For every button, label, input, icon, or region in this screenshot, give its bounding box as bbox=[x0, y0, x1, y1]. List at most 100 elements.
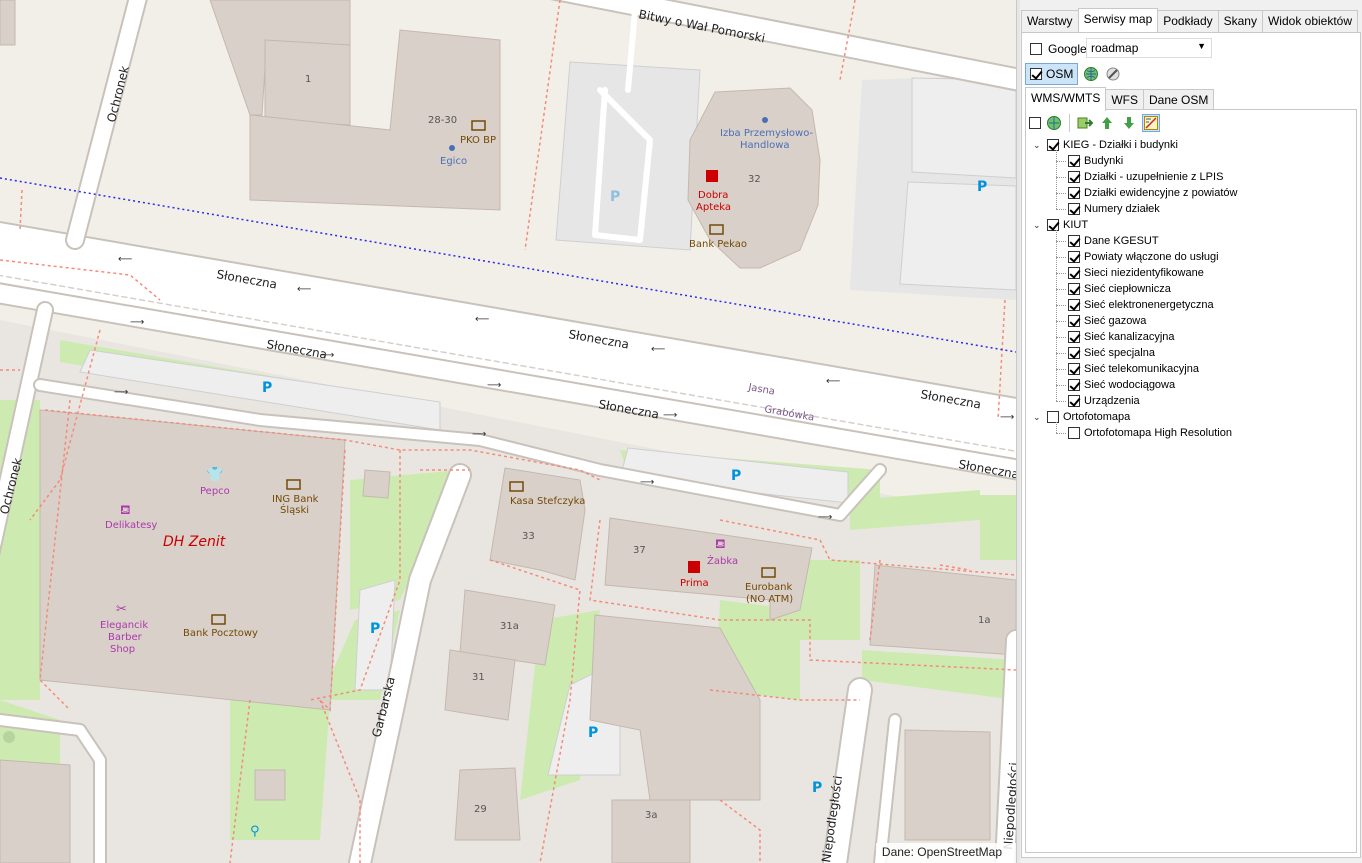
layer-label: Sieć kanalizacyjna bbox=[1084, 331, 1175, 343]
tree-connector bbox=[1056, 209, 1066, 210]
tree-connector bbox=[1056, 230, 1057, 401]
layer-checkbox[interactable] bbox=[1068, 203, 1080, 215]
eraser-icon[interactable] bbox=[1104, 65, 1122, 83]
layer-checkbox[interactable] bbox=[1068, 283, 1080, 295]
map-view[interactable]: ⟵ ⟵ ⟵ ⟵ ⟵ ⟶ ⟶ ⟶ ⟶ ⟶ ⟶ ⟶ ⟶ ⟶ Bitwy o Wał … bbox=[0, 0, 1016, 863]
layer-label: KIUT bbox=[1063, 219, 1089, 231]
globe-refresh-icon[interactable] bbox=[1082, 65, 1100, 83]
tab-warstwy[interactable]: Warstwy bbox=[1021, 10, 1079, 32]
layer-tree-item[interactable]: Sieć elektronenergetyczna bbox=[1068, 297, 1214, 313]
layer-tree-item[interactable]: Budynki bbox=[1068, 153, 1123, 169]
layer-checkbox[interactable] bbox=[1068, 235, 1080, 247]
layer-tree-item[interactable]: Powiaty włączone do usługi bbox=[1068, 249, 1219, 265]
layer-tree-item[interactable]: Sieć ciepłownicza bbox=[1068, 281, 1171, 297]
layer-checkbox[interactable] bbox=[1068, 251, 1080, 263]
expand-chevron-icon[interactable]: ⌄ bbox=[1033, 412, 1043, 423]
import-icon[interactable] bbox=[1076, 114, 1094, 132]
tab-podklady[interactable]: Podkłady bbox=[1157, 10, 1219, 32]
layer-label: Działki ewidencyjne z powiatów bbox=[1084, 187, 1238, 199]
poi-label-barber: Barber bbox=[108, 632, 143, 643]
layer-checkbox[interactable] bbox=[1047, 219, 1059, 231]
house-number: 37 bbox=[633, 545, 646, 556]
expand-chevron-icon[interactable]: ⌄ bbox=[1033, 140, 1043, 151]
add-service-icon[interactable] bbox=[1045, 114, 1063, 132]
tab-wms-wmts[interactable]: WMS/WMTS bbox=[1025, 87, 1107, 111]
tree-connector bbox=[1056, 422, 1057, 433]
poi-label-pko: PKO BP bbox=[460, 135, 496, 146]
layer-tree-item[interactable]: Sieć kanalizacyjna bbox=[1068, 329, 1175, 345]
street-label-sloneczna-1: Słoneczna bbox=[215, 267, 278, 291]
layer-checkbox[interactable] bbox=[1068, 171, 1080, 183]
google-map-type-select[interactable]: roadmap ▼ bbox=[1086, 38, 1212, 58]
expand-chevron-icon[interactable]: ⌄ bbox=[1033, 220, 1043, 231]
layer-tree-item[interactable]: Działki ewidencyjne z powiatów bbox=[1068, 185, 1237, 201]
layer-tree-item[interactable]: Działki - uzupełnienie z LPIS bbox=[1068, 169, 1223, 185]
layer-toolbar bbox=[1029, 114, 1160, 132]
street-label-garbarska: Garbarska bbox=[369, 675, 398, 738]
layer-checkbox[interactable] bbox=[1068, 155, 1080, 167]
street-label-ochronek-top: Ochronek bbox=[104, 64, 132, 123]
move-up-icon[interactable] bbox=[1098, 114, 1116, 132]
layer-label: Ortofotomapa High Resolution bbox=[1084, 427, 1232, 439]
layer-checkbox[interactable] bbox=[1068, 315, 1080, 327]
layer-label: Powiaty włączone do usługi bbox=[1084, 251, 1219, 263]
layer-checkbox[interactable] bbox=[1047, 139, 1059, 151]
layer-properties-icon[interactable] bbox=[1142, 114, 1160, 132]
bank-icon bbox=[509, 481, 524, 492]
restroom-icon: ⚲ bbox=[250, 824, 260, 839]
tree-connector bbox=[1056, 321, 1066, 322]
layer-tree-item[interactable]: Sieć telekomunikacyjna bbox=[1068, 361, 1199, 377]
layer-label: Budynki bbox=[1084, 155, 1124, 167]
layer-checkbox[interactable] bbox=[1068, 363, 1080, 375]
parking-icon: P bbox=[977, 179, 987, 195]
tab-skany[interactable]: Skany bbox=[1217, 10, 1263, 32]
clothes-shop-icon: 👕 bbox=[206, 467, 223, 483]
layer-label: Sieć wodociągowa bbox=[1084, 379, 1176, 391]
poi-label-ing-2: Śląski bbox=[280, 503, 309, 516]
layer-tree-item[interactable]: ⌄ Ortofotomapa bbox=[1033, 409, 1130, 425]
layer-checkbox[interactable] bbox=[1047, 411, 1059, 423]
layer-tree-item[interactable]: Urządzenia bbox=[1068, 393, 1140, 409]
tab-widok-obiektow[interactable]: Widok obiektów bbox=[1261, 10, 1359, 32]
move-down-icon[interactable] bbox=[1120, 114, 1138, 132]
tab-serwisy-map[interactable]: Serwisy map bbox=[1077, 8, 1159, 32]
layer-tree-item[interactable]: Sieci niezidentyfikowane bbox=[1068, 265, 1204, 281]
poi-label-kasa: Kasa Stefczyka bbox=[510, 496, 585, 507]
layer-checkbox[interactable] bbox=[1068, 395, 1080, 407]
street-label-sloneczna-6: Słoneczna bbox=[957, 457, 1016, 481]
layer-tree-item[interactable]: Sieć wodociągowa bbox=[1068, 377, 1175, 393]
poi-label-eurobank: Eurobank bbox=[745, 582, 792, 593]
tree-connector bbox=[1056, 305, 1066, 306]
select-all-checkbox[interactable] bbox=[1029, 117, 1041, 129]
tab-wfs[interactable]: WFS bbox=[1105, 89, 1144, 111]
house-number: 33 bbox=[522, 531, 535, 542]
tab-dane-osm[interactable]: Dane OSM bbox=[1143, 89, 1215, 111]
side-panel: Warstwy Serwisy map Podkłady Skany Widok… bbox=[1020, 0, 1362, 863]
layer-tree-item[interactable]: Ortofotomapa High Resolution bbox=[1068, 425, 1232, 441]
layer-tree-item[interactable]: ⌄ KIEG - Działki i budynki bbox=[1033, 137, 1178, 153]
layer-checkbox[interactable] bbox=[1068, 187, 1080, 199]
house-number: 31 bbox=[472, 672, 485, 683]
house-number: 29 bbox=[474, 804, 487, 815]
layer-checkbox[interactable] bbox=[1068, 379, 1080, 391]
poi-label-pekao: Bank Pekao bbox=[689, 239, 747, 250]
poi-label-izba-2: Handlowa bbox=[740, 140, 790, 151]
map-labels: Bitwy o Wał Pomorski Ochronek Ochronek S… bbox=[0, 7, 1016, 863]
layer-tree-item[interactable]: Sieć specjalna bbox=[1068, 345, 1155, 361]
osm-checkbox[interactable] bbox=[1030, 68, 1042, 80]
layer-checkbox[interactable] bbox=[1068, 347, 1080, 359]
osm-toggle[interactable]: OSM bbox=[1025, 63, 1079, 85]
parking-icon: P bbox=[588, 725, 598, 741]
layer-checkbox[interactable] bbox=[1068, 267, 1080, 279]
layer-tree-item[interactable]: ⌄ KIUT bbox=[1033, 217, 1088, 233]
layer-tree-item[interactable]: Dane KGESUT bbox=[1068, 233, 1159, 249]
layer-tree-item[interactable]: Sieć gazowa bbox=[1068, 313, 1146, 329]
layer-label: Sieci niezidentyfikowane bbox=[1084, 267, 1204, 279]
google-checkbox[interactable] bbox=[1030, 43, 1042, 55]
layer-checkbox[interactable] bbox=[1068, 331, 1080, 343]
layer-checkbox[interactable] bbox=[1068, 427, 1080, 439]
street-label-niepodleglosci: Niepodległości bbox=[819, 775, 845, 863]
layer-label: Sieć telekomunikacyjna bbox=[1084, 363, 1199, 375]
layer-checkbox[interactable] bbox=[1068, 299, 1080, 311]
layer-tree-item[interactable]: Numery działek bbox=[1068, 201, 1160, 217]
